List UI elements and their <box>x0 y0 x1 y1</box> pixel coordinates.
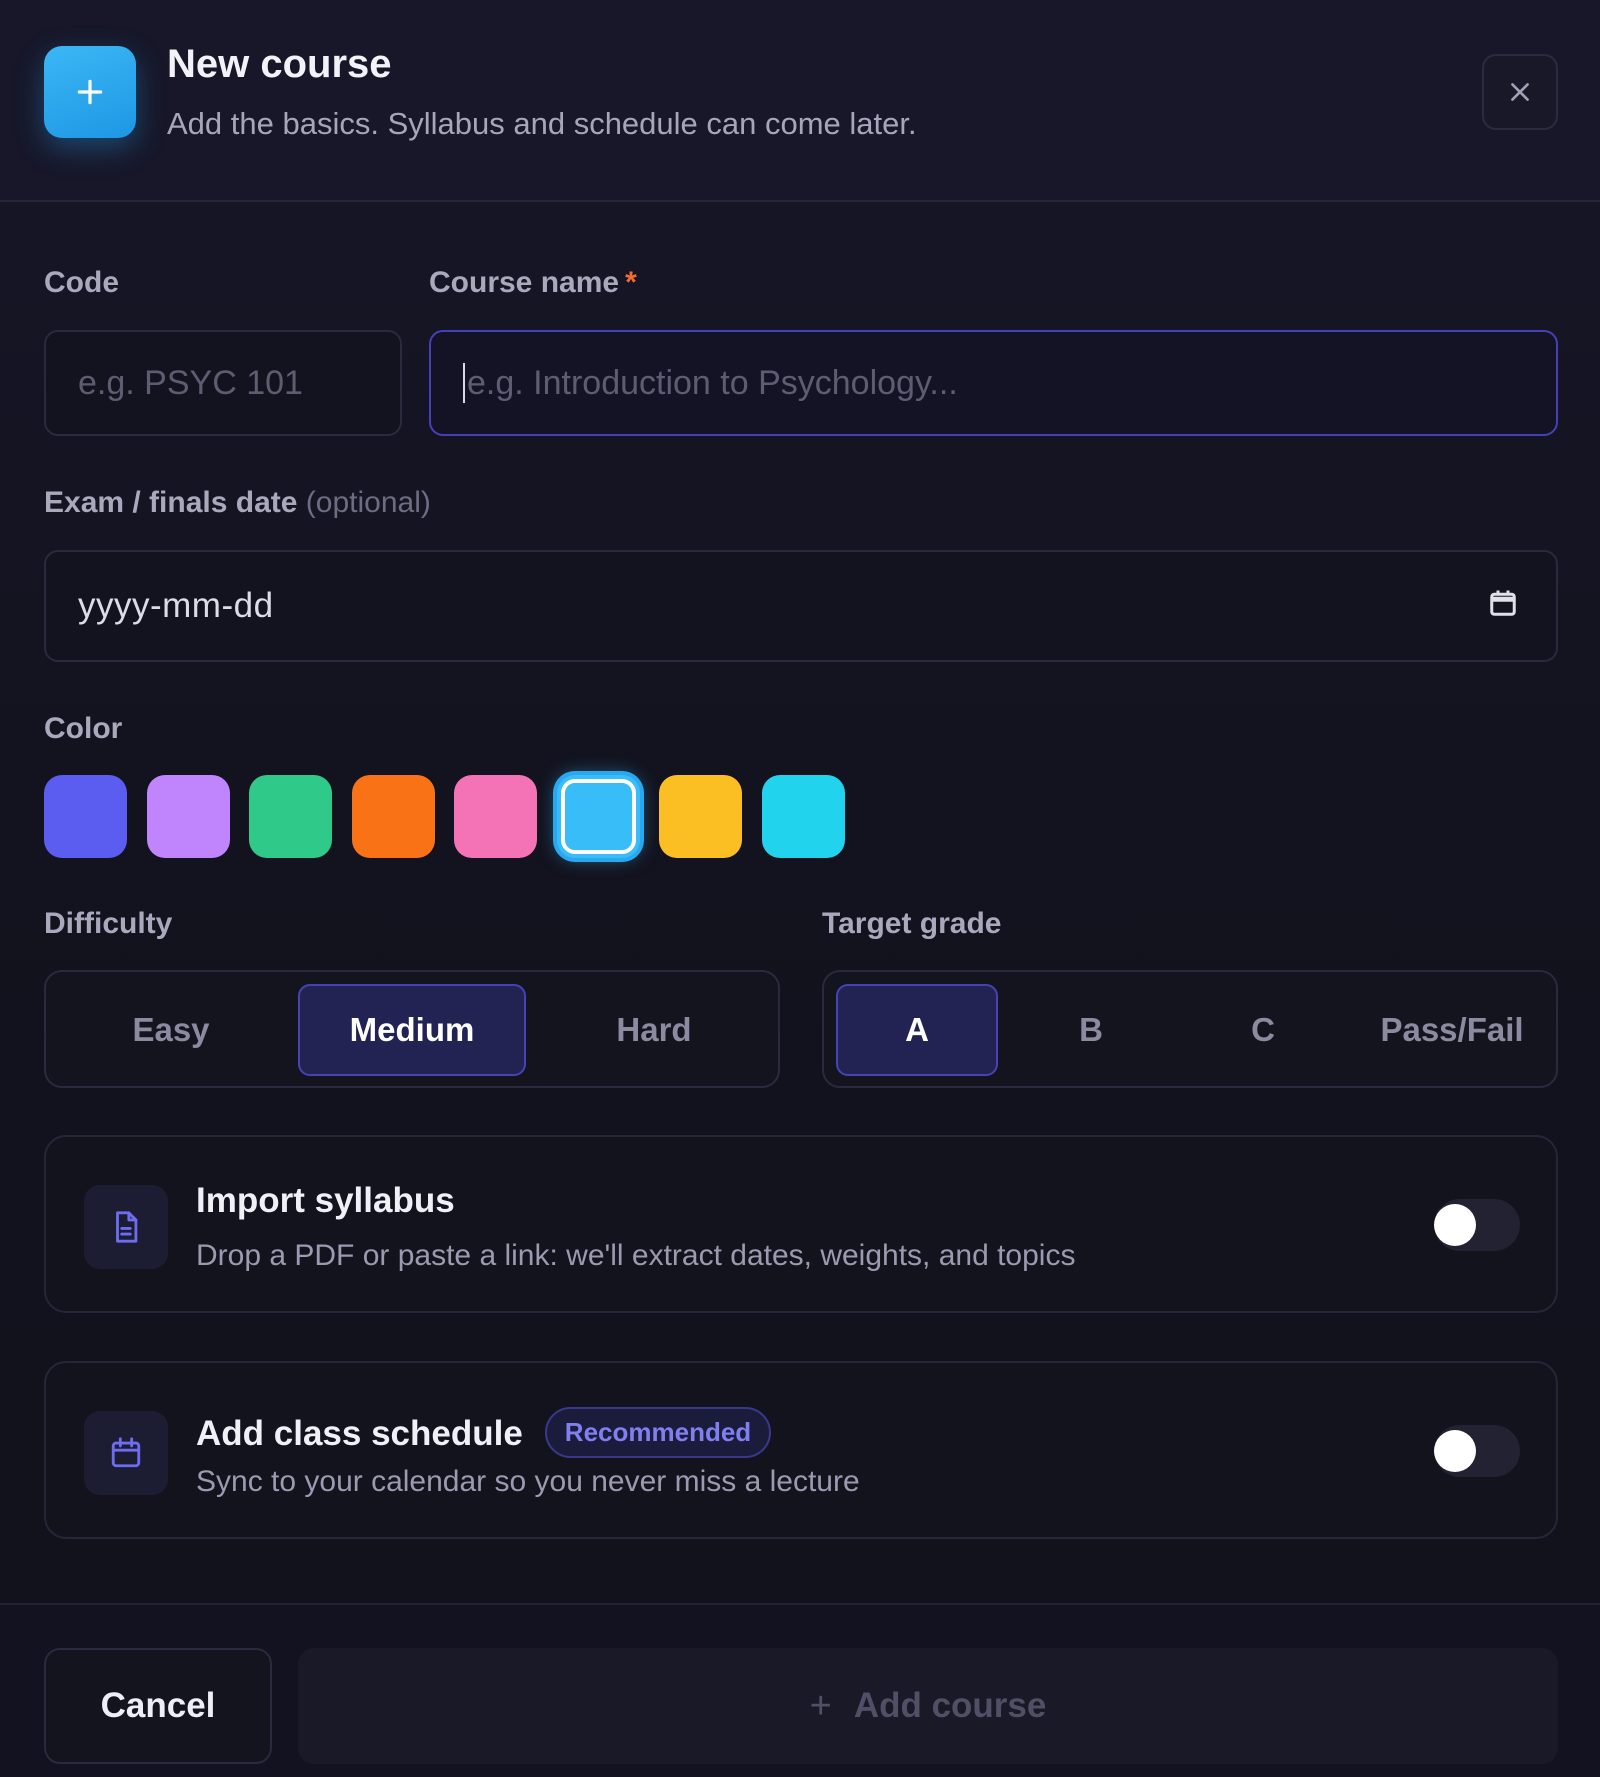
toggle-knob <box>1434 1204 1476 1246</box>
course-name-placeholder: e.g. Introduction to Psychology... <box>467 363 958 402</box>
color-label: Color <box>44 712 122 746</box>
grade-option-b[interactable]: B <box>1010 984 1172 1076</box>
code-input[interactable]: e.g. PSYC 101 <box>44 330 402 436</box>
difficulty-label-text: Difficulty <box>44 907 173 940</box>
grade-option-pass-fail[interactable]: Pass/Fail <box>1354 984 1550 1076</box>
difficulty-option-hard[interactable]: Hard <box>540 984 768 1076</box>
modal-footer: Cancel + Add course <box>0 1603 1600 1777</box>
class-schedule-title-row: Add class schedule Recommended <box>196 1407 772 1458</box>
import-syllabus-title: Import syllabus <box>196 1181 455 1220</box>
document-icon <box>84 1185 168 1269</box>
difficulty-option-medium[interactable]: Medium <box>298 984 526 1076</box>
class-schedule-description: Sync to your calendar so you never miss … <box>196 1465 860 1498</box>
plus-icon: + <box>809 1684 832 1727</box>
optional-hint: (optional) <box>305 486 431 519</box>
calendar-icon[interactable] <box>1488 588 1518 618</box>
color-label-text: Color <box>44 712 123 745</box>
cancel-button[interactable]: Cancel <box>44 1648 272 1764</box>
grade-option-a[interactable]: A <box>836 984 998 1076</box>
grade-option-label: C <box>1251 1011 1275 1048</box>
exam-date-input[interactable]: yyyy-mm-dd <box>44 550 1558 662</box>
color-swatch[interactable] <box>454 775 537 858</box>
class-schedule-title: Add class schedule <box>196 1414 523 1453</box>
color-swatch[interactable] <box>659 775 742 858</box>
grade-option-label: Pass/Fail <box>1380 1011 1524 1048</box>
add-course-button[interactable]: + Add course <box>298 1648 1558 1764</box>
modal-subtitle: Add the basics. Syllabus and schedule ca… <box>167 106 917 141</box>
course-name-input[interactable]: e.g. Introduction to Psychology... <box>429 330 1558 436</box>
grade-option-c[interactable]: C <box>1182 984 1344 1076</box>
course-name-label: Course name * <box>429 266 637 300</box>
target-grade-label-text: Target grade <box>822 907 1002 940</box>
difficulty-option-label: Easy <box>132 1011 210 1048</box>
grade-option-label: B <box>1079 1011 1103 1048</box>
color-swatch[interactable] <box>761 775 845 858</box>
code-label: Code <box>44 266 119 300</box>
new-course-modal: New course Add the basics. Syllabus and … <box>0 0 1600 1777</box>
import-syllabus-card[interactable]: Import syllabus Drop a PDF or paste a li… <box>44 1135 1558 1313</box>
modal-title: New course <box>167 42 392 86</box>
target-grade-segmented-control: A B C Pass/Fail <box>822 970 1558 1088</box>
code-label-text: Code <box>44 266 119 299</box>
difficulty-option-label: Medium <box>349 1011 475 1048</box>
exam-date-value: yyyy-mm-dd <box>78 586 274 625</box>
toggle-knob <box>1434 1430 1476 1472</box>
course-name-label-text: Course name <box>429 266 620 299</box>
exam-date-label-text: Exam / finals date <box>44 486 298 519</box>
class-schedule-toggle[interactable] <box>1434 1425 1520 1477</box>
code-placeholder: e.g. PSYC 101 <box>78 363 303 402</box>
difficulty-option-easy[interactable]: Easy <box>58 984 284 1076</box>
plus-icon <box>44 46 136 138</box>
target-grade-label: Target grade <box>822 907 1002 941</box>
import-syllabus-description: Drop a PDF or paste a link: we'll extrac… <box>196 1239 1076 1272</box>
color-swatch[interactable] <box>44 775 127 858</box>
modal-header: New course Add the basics. Syllabus and … <box>0 0 1600 202</box>
color-swatch[interactable] <box>249 775 332 858</box>
grade-option-label: A <box>905 1011 929 1048</box>
text-caret <box>463 363 465 403</box>
recommended-badge: Recommended <box>544 1407 772 1458</box>
color-swatch[interactable] <box>351 775 435 858</box>
color-swatch[interactable] <box>146 775 230 858</box>
difficulty-option-label: Hard <box>616 1011 692 1048</box>
calendar-icon <box>84 1411 168 1495</box>
cancel-button-label: Cancel <box>100 1686 216 1725</box>
add-course-button-label: Add course <box>853 1686 1047 1725</box>
close-button[interactable] <box>1482 54 1558 130</box>
import-syllabus-toggle[interactable] <box>1434 1199 1520 1251</box>
exam-date-label: Exam / finals date (optional) <box>44 486 431 520</box>
difficulty-segmented-control: Easy Medium Hard <box>44 970 780 1088</box>
class-schedule-card[interactable]: Add class schedule Recommended Sync to yo… <box>44 1361 1558 1539</box>
close-icon <box>1511 83 1529 101</box>
color-swatch[interactable] <box>556 775 640 858</box>
difficulty-label: Difficulty <box>44 907 172 941</box>
required-star: * <box>625 266 637 299</box>
